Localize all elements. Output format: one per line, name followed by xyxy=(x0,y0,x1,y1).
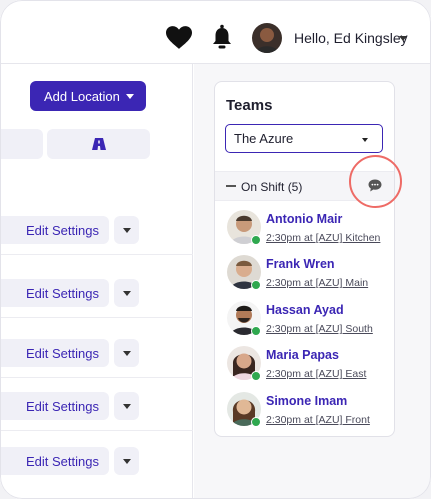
edit-settings-dropdown[interactable] xyxy=(114,392,139,420)
team-member[interactable]: Hassan Ayad 2:30pm at [AZU] South xyxy=(215,299,394,344)
location-row: Edit Settings xyxy=(0,326,193,378)
map-view-tab[interactable] xyxy=(47,129,150,159)
member-name[interactable]: Hassan Ayad xyxy=(266,303,344,317)
top-bar: Hello, Ed Kingsley xyxy=(0,0,431,64)
member-name[interactable]: Simone Imam xyxy=(266,394,347,408)
road-icon xyxy=(91,138,106,150)
online-status-dot xyxy=(251,417,261,427)
user-avatar[interactable] xyxy=(252,23,282,53)
edit-settings-dropdown[interactable] xyxy=(114,447,139,475)
team-member[interactable]: Antonio Mair 2:30pm at [AZU] Kitchen xyxy=(215,208,394,253)
user-greeting[interactable]: Hello, Ed Kingsley xyxy=(294,30,408,46)
on-shift-label: On Shift (5) xyxy=(241,180,303,194)
edit-settings-dropdown[interactable] xyxy=(114,216,139,244)
location-row: Edit Settings xyxy=(0,379,193,431)
chevron-down-icon xyxy=(362,138,368,142)
sidebar-area: Teams The Azure On Shift (5) Antonio Mai… xyxy=(194,64,431,499)
app-window: Hello, Ed Kingsley Add Location Edit Set… xyxy=(0,0,431,499)
chevron-down-icon[interactable] xyxy=(399,36,407,41)
location-row: Edit Settings xyxy=(0,266,193,318)
on-shift-header[interactable]: On Shift (5) xyxy=(215,171,394,201)
online-status-dot xyxy=(251,326,261,336)
member-name[interactable]: Antonio Mair xyxy=(266,212,342,226)
online-status-dot xyxy=(251,280,261,290)
chevron-down-icon xyxy=(122,458,131,464)
edit-settings-button[interactable]: Edit Settings xyxy=(0,392,109,420)
location-row: Edit Settings xyxy=(0,203,193,255)
add-location-button[interactable]: Add Location xyxy=(30,81,146,111)
chevron-down-icon xyxy=(122,290,131,296)
locations-panel: Add Location Edit Settings Edit Settings… xyxy=(0,64,193,499)
heart-icon[interactable] xyxy=(166,26,192,50)
member-shift-detail[interactable]: 2:30pm at [AZU] Kitchen xyxy=(266,232,394,244)
team-member[interactable]: Maria Papas 2:30pm at [AZU] East xyxy=(215,344,394,389)
location-row: Edit Settings xyxy=(0,433,193,485)
edit-settings-button[interactable]: Edit Settings xyxy=(0,339,109,367)
edit-settings-dropdown[interactable] xyxy=(114,279,139,307)
member-shift-detail[interactable]: 2:30pm at [AZU] Front xyxy=(266,414,394,426)
online-status-dot xyxy=(251,235,261,245)
teams-title: Teams xyxy=(226,97,273,114)
team-member[interactable]: Frank Wren 2:30pm at [AZU] Main xyxy=(215,253,394,298)
add-location-label: Add Location xyxy=(44,88,120,104)
teams-panel: Teams The Azure On Shift (5) Antonio Mai… xyxy=(214,81,395,437)
view-toggle xyxy=(0,129,150,159)
edit-settings-button[interactable]: Edit Settings xyxy=(0,279,109,307)
edit-settings-dropdown[interactable] xyxy=(114,339,139,367)
chevron-down-icon xyxy=(122,227,131,233)
member-name[interactable]: Maria Papas xyxy=(266,348,339,362)
online-status-dot xyxy=(251,371,261,381)
edit-settings-button[interactable]: Edit Settings xyxy=(0,216,109,244)
edit-settings-button[interactable]: Edit Settings xyxy=(0,447,109,475)
chat-icon[interactable] xyxy=(368,179,382,192)
member-name[interactable]: Frank Wren xyxy=(266,257,335,271)
chevron-down-icon xyxy=(122,403,131,409)
collapse-icon[interactable] xyxy=(226,185,236,187)
chevron-down-icon xyxy=(125,93,134,99)
team-select[interactable]: The Azure xyxy=(225,124,383,153)
member-shift-detail[interactable]: 2:30pm at [AZU] East xyxy=(266,368,394,380)
member-shift-detail[interactable]: 2:30pm at [AZU] Main xyxy=(266,277,394,289)
bell-icon[interactable] xyxy=(211,24,233,50)
chevron-down-icon xyxy=(122,350,131,356)
view-tab[interactable] xyxy=(0,129,43,159)
member-shift-detail[interactable]: 2:30pm at [AZU] South xyxy=(266,323,394,335)
team-select-value: The Azure xyxy=(234,131,294,146)
team-member[interactable]: Simone Imam 2:30pm at [AZU] Front xyxy=(215,390,394,435)
